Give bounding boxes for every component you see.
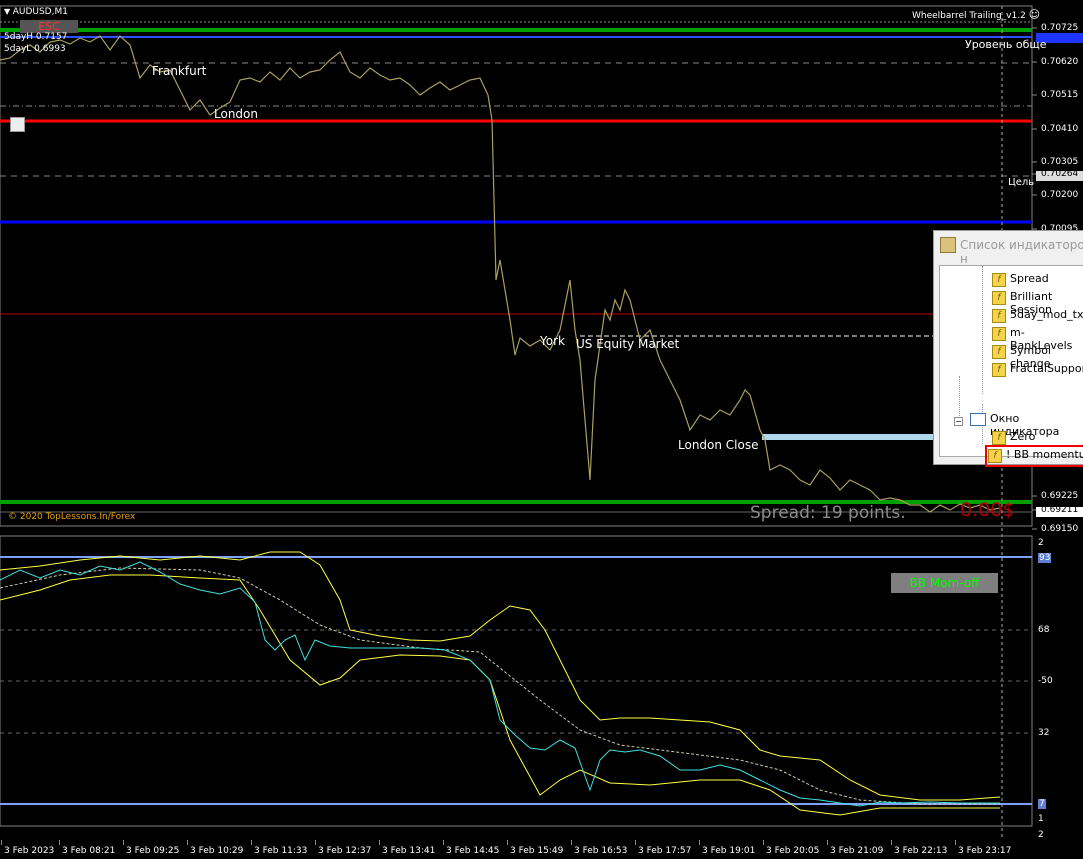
time-label: 3 Feb 17:57 (638, 846, 692, 856)
window-icon (970, 413, 986, 426)
time-tick (59, 840, 60, 845)
time-tick (187, 840, 188, 845)
indicator-f-icon: f (992, 345, 1006, 359)
copyright: © 2020 TopLessons.In/Forex (8, 512, 136, 522)
session-frankfurt: Frankfurt (152, 64, 207, 78)
price-label: 0.70305 (1041, 157, 1079, 167)
time-tick (507, 840, 508, 845)
time-tick (955, 840, 956, 845)
target-label: Цель (1008, 177, 1035, 188)
indicator-f-icon: f (988, 449, 1002, 463)
indicator-scale-label: 2 (1038, 830, 1044, 840)
indicator-scale-label: 32 (1038, 728, 1050, 738)
time-tick (763, 840, 764, 845)
dialog-title: Список индикаторов н (960, 238, 1083, 266)
ea-status-icon: ☺ (1028, 8, 1041, 21)
time-tick (123, 840, 124, 845)
general-level-label: Уровень обще (965, 38, 1047, 51)
bb-lower-band (0, 574, 1000, 816)
indicator-f-icon: f (992, 291, 1006, 305)
time-label: 3 Feb 12:37 (318, 846, 372, 856)
time-label: 3 Feb 15:49 (510, 846, 564, 856)
indicator-f-icon: f (992, 431, 1006, 445)
five-day-high: 5dayH 0.7157 (4, 32, 68, 42)
time-label: 3 Feb 10:29 (190, 846, 244, 856)
indicator-f-icon: f (992, 327, 1006, 341)
tree-item-bb-momentum-selected[interactable]: f! BB momentum (985, 445, 1083, 467)
time-tick (635, 840, 636, 845)
price-label: 0.69225 (1041, 491, 1079, 501)
session-us-equity: US Equity Market (576, 337, 680, 351)
time-label: 3 Feb 09:25 (126, 846, 180, 856)
price-label: 0.70410 (1041, 124, 1079, 134)
bb-middle-band (0, 567, 1000, 805)
five-day-low: 5dayL 0.6993 (4, 44, 66, 54)
session-london-close: London Close (678, 438, 759, 452)
time-label: 3 Feb 16:53 (574, 846, 628, 856)
indicator-f-icon: f (992, 363, 1006, 377)
price-series (0, 35, 1001, 513)
time-tick (571, 840, 572, 845)
price-label: 0.70620 (1041, 57, 1079, 67)
indicators-list-dialog[interactable]: Список индикаторов н f Spread f Brilliant S… (933, 230, 1083, 467)
indicator-scale-label: 7 (1038, 799, 1046, 809)
price-label: 0.69211 (1041, 505, 1079, 515)
time-tick (251, 840, 252, 845)
indicator-f-icon: f (992, 273, 1006, 287)
collapse-toggle-icon[interactable]: − (954, 417, 963, 426)
chart-canvas[interactable] (0, 0, 1083, 859)
indicator-scale-label: 1 (1038, 814, 1044, 824)
indicator-tree[interactable]: f Spread f Brilliant Session f 5day_mod_txt f m… (939, 265, 1083, 467)
time-label: 3 Feb 22:13 (894, 846, 948, 856)
price-label: 0.70200 (1041, 190, 1079, 200)
time-label: 3 Feb 08:21 (62, 846, 116, 856)
time-tick (827, 840, 828, 845)
session-london: London (214, 107, 258, 121)
time-label: 3 Feb 21:09 (830, 846, 884, 856)
drag-handle[interactable] (10, 117, 25, 132)
time-tick (443, 840, 444, 845)
time-tick (891, 840, 892, 845)
indicator-scale-label: 68 (1038, 625, 1050, 635)
time-label: 3 Feb 14:45 (446, 846, 500, 856)
session-new-york: York (540, 334, 565, 348)
indicator-f-icon: f (992, 309, 1006, 323)
time-label: 3 Feb 19:01 (702, 846, 756, 856)
price-label: 0.69150 (1041, 524, 1079, 534)
indicator-scale-label: -50 (1038, 676, 1053, 686)
time-tick (1, 840, 2, 845)
time-tick (379, 840, 380, 845)
ea-name: Wheelbarrel Trailing_v1.2 ☺ (912, 8, 1041, 21)
profit-text: 0.00$ (960, 499, 1015, 521)
bb-mom-toggle-button[interactable]: BB Mom-off (891, 573, 998, 593)
spread-text: Spread: 19 points. (750, 503, 906, 523)
price-label: 0.70725 (1041, 23, 1079, 33)
time-label: 3 Feb 2023 (4, 846, 55, 856)
time-label: 3 Feb 20:05 (766, 846, 820, 856)
price-label: 0.70515 (1041, 90, 1079, 100)
indicator-scale-label: 2 (1038, 538, 1044, 548)
bb-momentum-line (0, 561, 1000, 807)
time-label: 3 Feb 11:33 (254, 846, 308, 856)
time-label: 3 Feb 23:17 (958, 846, 1012, 856)
time-tick (315, 840, 316, 845)
bb-upper-band (0, 551, 1001, 801)
time-label: 3 Feb 13:41 (382, 846, 436, 856)
symbol-timeframe: ▼ AUDUSD,M1 (4, 7, 68, 17)
main-panel-frame (0, 5, 1033, 527)
indicator-scale-label: 93 (1038, 553, 1052, 563)
price-label: 0.70264 (1041, 169, 1079, 179)
time-tick (699, 840, 700, 845)
dialog-app-icon (940, 237, 956, 253)
tree-guide-line (982, 266, 984, 394)
